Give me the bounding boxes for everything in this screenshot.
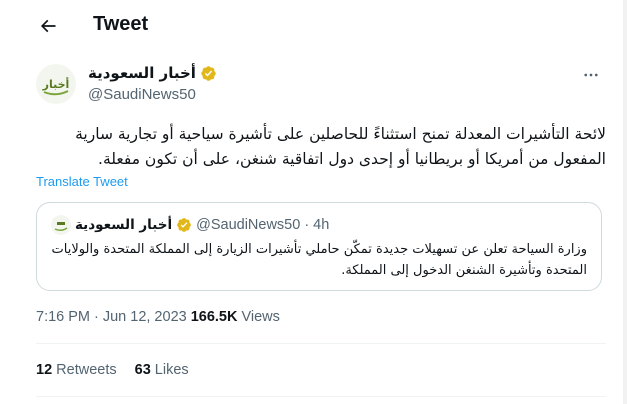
quoted-avatar (51, 215, 71, 235)
verified-badge-icon (177, 218, 191, 232)
retweets-label: Retweets (56, 362, 117, 378)
author-display-name[interactable]: أخبار السعودية (88, 64, 196, 82)
divider (36, 343, 606, 344)
retweets-stat[interactable]: 12 Retweets (36, 362, 117, 378)
quoted-tweet-text: وزارة السياحة تعلن عن تسهيلات جديدة تمكّ… (51, 242, 587, 278)
quoted-tweet[interactable]: أخبار السعودية @SaudiNews50 · 4h وزارة ا… (36, 202, 602, 291)
verified-badge-icon (201, 65, 216, 81)
quoted-separator: · (304, 217, 310, 233)
likes-count: 63 (134, 362, 151, 378)
likes-stat[interactable]: 63 Likes (135, 362, 189, 378)
scrollbar[interactable] (623, 0, 627, 404)
tweet-text: لائحة التأشيرات المعدلة تمنح استثناءً لل… (75, 125, 606, 168)
more-button[interactable] (578, 64, 604, 86)
meta-separator: · (94, 309, 99, 325)
views-count: 166.5K (190, 309, 238, 325)
translate-tweet-link[interactable]: Translate Tweet (36, 174, 128, 189)
avatar[interactable]: أخبار (36, 64, 76, 104)
tweet-author: أخبار أخبار السعودية @SaudiNews50 (36, 62, 606, 110)
avatar-text: أخبار (42, 77, 70, 91)
likes-label: Likes (154, 362, 189, 378)
page-title: Tweet (93, 13, 149, 35)
quoted-tweet-header: أخبار السعودية @SaudiNews50 · 4h (51, 215, 329, 235)
tweet-meta: 7:16 PM · Jun 12, 2023 166.5K Views (36, 309, 280, 325)
divider (36, 396, 606, 397)
quoted-time: 4h (313, 217, 330, 233)
quoted-avatar-logo (51, 215, 71, 235)
arrow-left-icon (40, 19, 56, 33)
back-button[interactable] (33, 11, 63, 41)
quoted-display-name: أخبار السعودية (75, 217, 173, 233)
tweet-stats: 12 Retweets 63 Likes (36, 362, 189, 378)
tweet-header: Tweet (0, 0, 627, 53)
more-horizontal-icon (584, 73, 598, 77)
tweet-date[interactable]: Jun 12, 2023 (103, 309, 187, 325)
views-label: Views (241, 309, 280, 325)
retweets-count: 12 (36, 362, 53, 378)
avatar-logo: أخبار (36, 64, 76, 104)
tweet-time[interactable]: 7:16 PM (36, 309, 90, 325)
quoted-handle: @SaudiNews50 (196, 217, 301, 233)
author-handle[interactable]: @SaudiNews50 (88, 86, 217, 103)
